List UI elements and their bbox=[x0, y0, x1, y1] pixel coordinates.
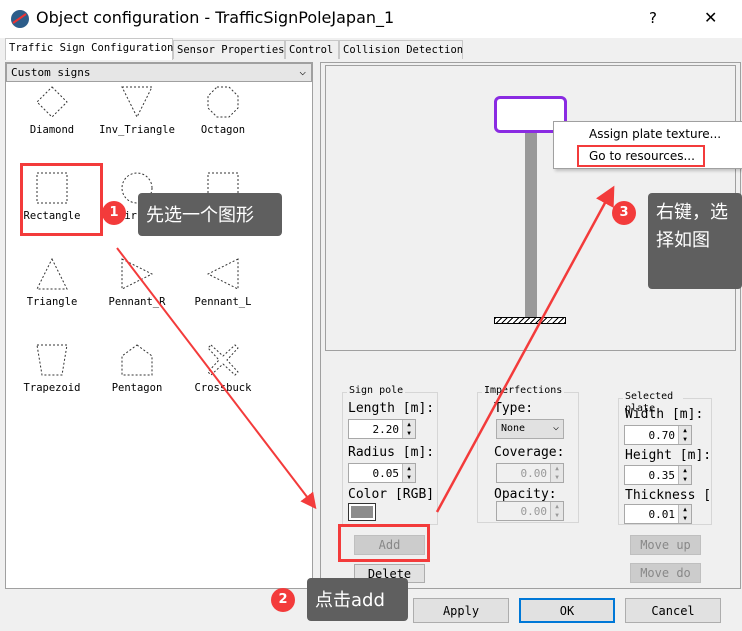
step-tooltip-1: 先选一个图形 bbox=[138, 193, 282, 236]
step-badge-3: 3 bbox=[612, 201, 636, 225]
arrow-1-to-2 bbox=[116, 247, 317, 510]
highlight-rectangle-shape bbox=[20, 163, 103, 236]
step-tooltip-2: 点击add bbox=[307, 578, 408, 621]
step-tooltip-3: 右键，选择如图 bbox=[648, 193, 742, 289]
step-badge-1: 1 bbox=[102, 201, 126, 225]
highlight-go-to-resources bbox=[577, 145, 705, 167]
step-badge-2: 2 bbox=[271, 588, 295, 612]
arrow-2-to-3 bbox=[435, 185, 615, 513]
highlight-add-button bbox=[338, 524, 430, 562]
